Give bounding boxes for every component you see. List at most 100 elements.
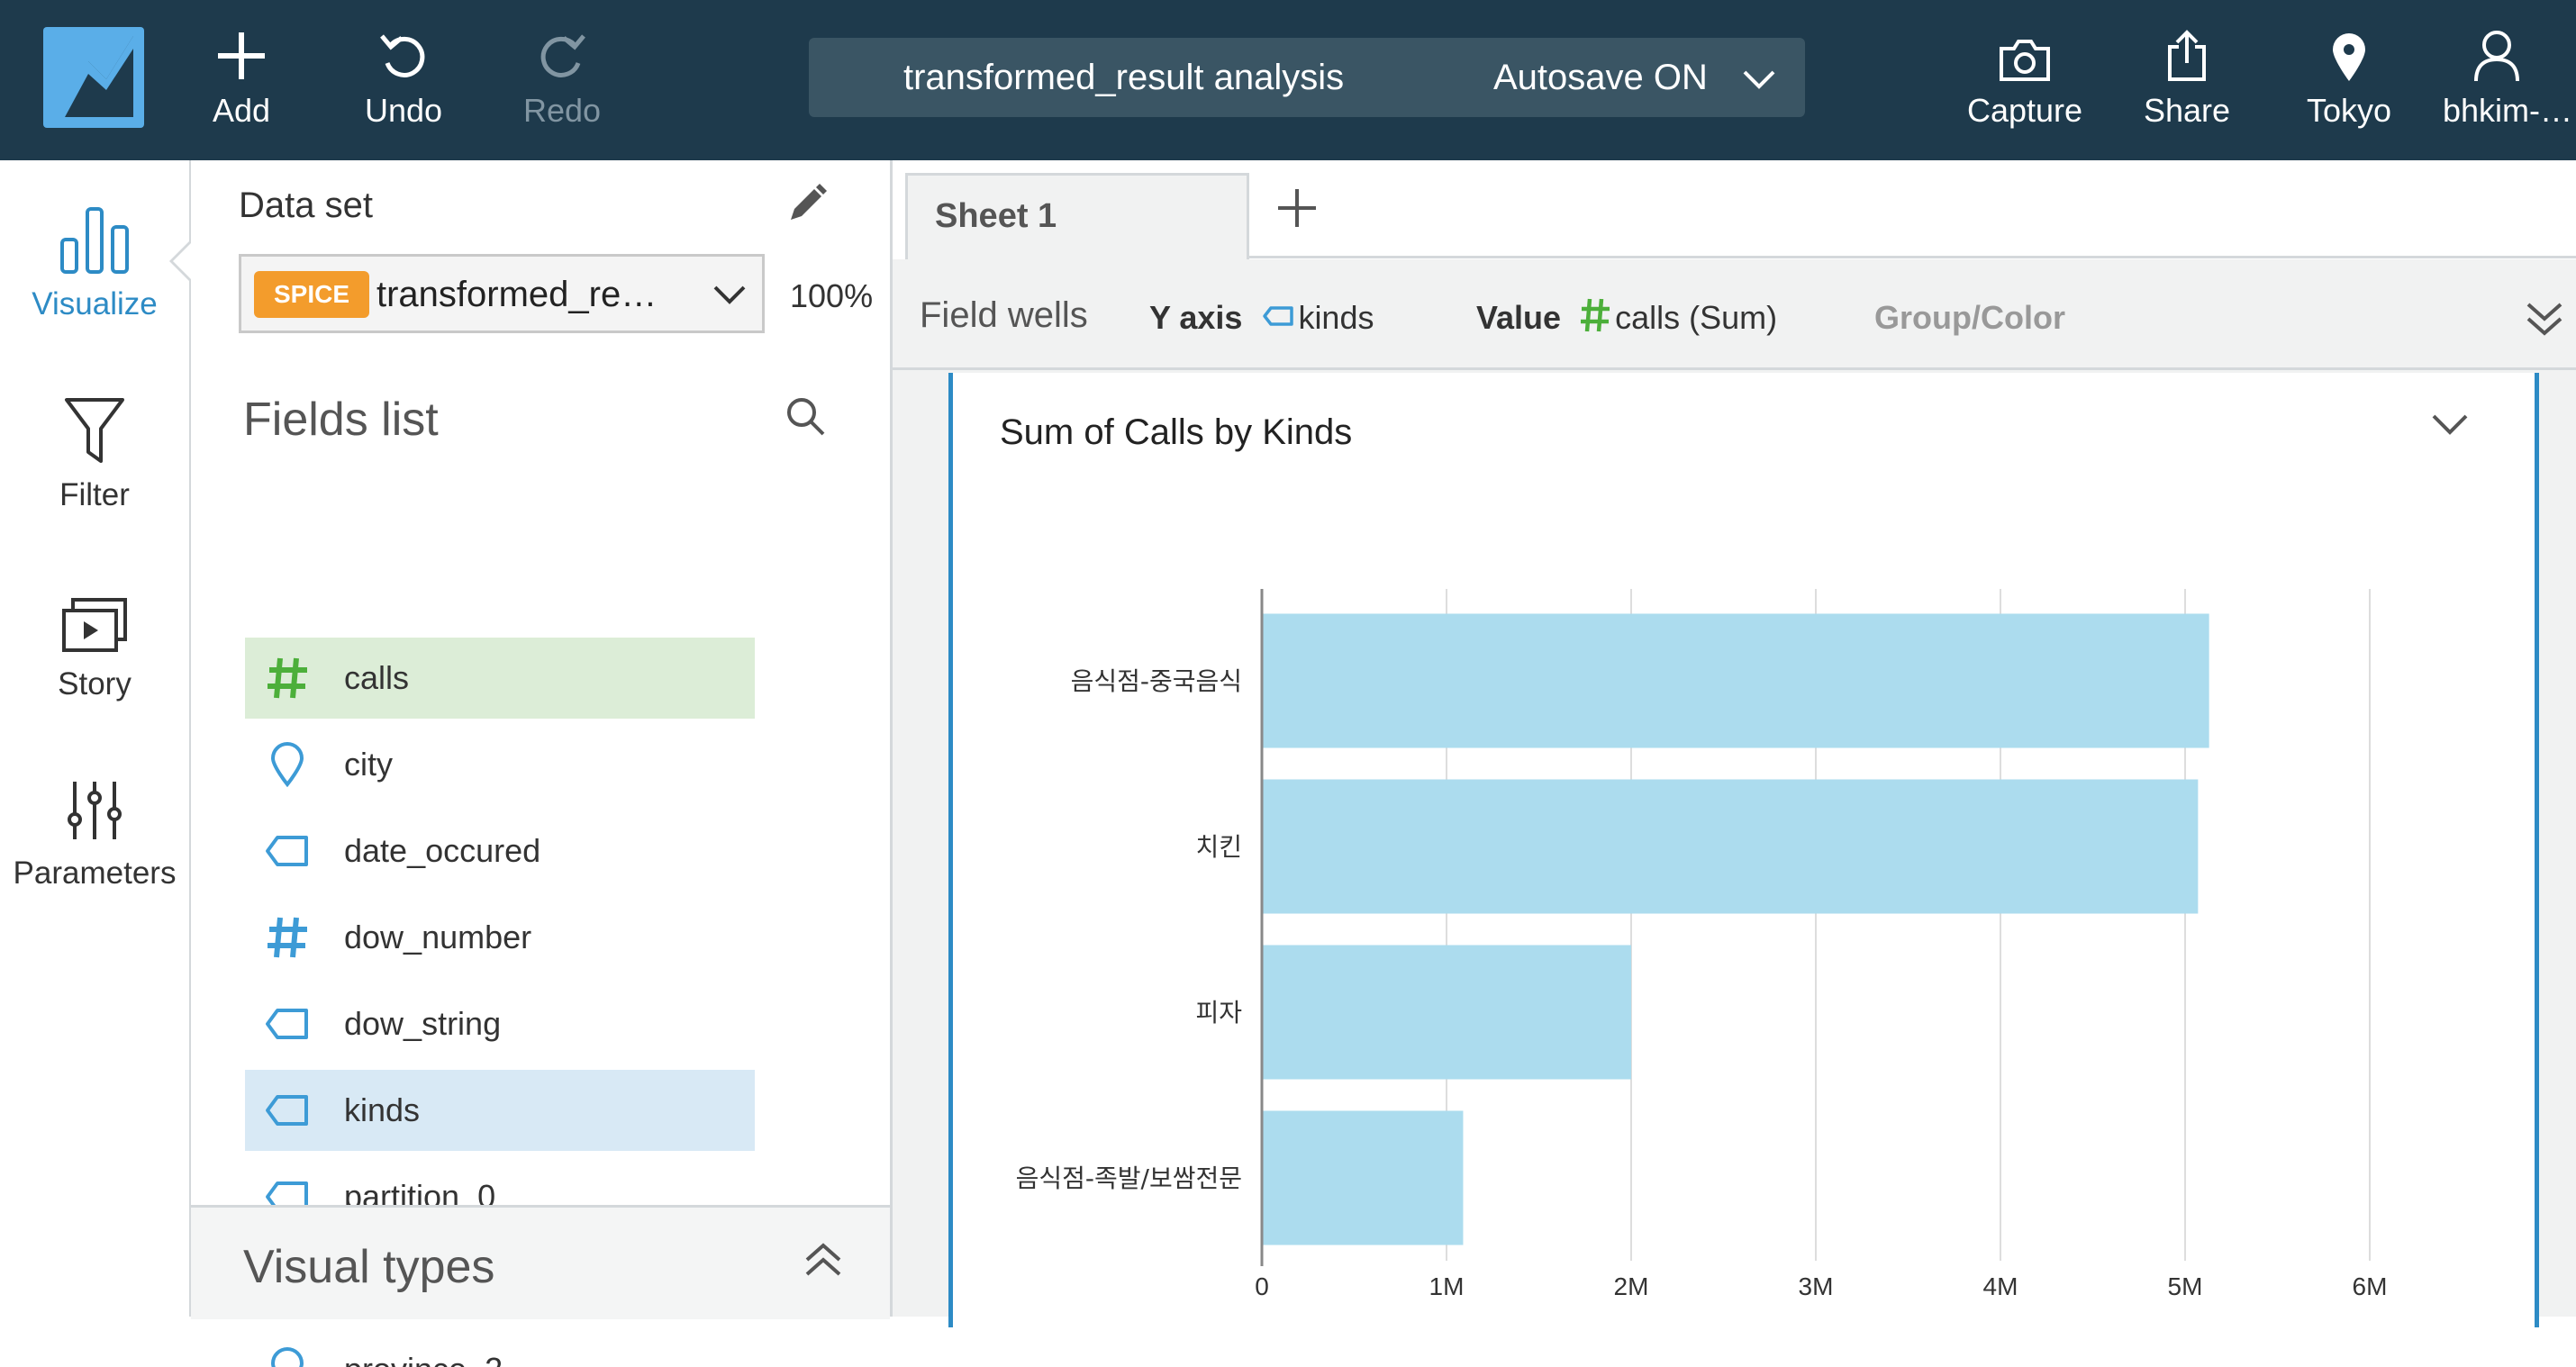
user-label: bhkim-… (2443, 92, 2573, 129)
tag-icon (1263, 306, 1294, 327)
hash-icon (1581, 299, 1610, 332)
top-bar: Add Undo Redo transformed_result analysi… (0, 0, 2576, 160)
hash-icon (268, 917, 307, 958)
region-label: Tokyo (2306, 92, 2392, 129)
rail-label-visualize: Visualize (32, 286, 158, 321)
rail-item-visualize[interactable]: Visualize (0, 193, 189, 322)
autosave-dropdown[interactable]: Autosave ON (1493, 56, 1775, 99)
tab-sheet-1[interactable]: Sheet 1 (905, 173, 1249, 259)
rail-item-parameters[interactable]: Parameters (0, 762, 189, 892)
visual-types-title: Visual types (243, 1241, 495, 1293)
rail-item-story[interactable]: Story (0, 573, 189, 702)
add-sheet-button[interactable] (1276, 187, 1318, 229)
analysis-title-bar: transformed_result analysis Autosave ON (809, 38, 1805, 117)
tag-icon (266, 1009, 308, 1039)
x-tick-label: 5M (2168, 1272, 2203, 1300)
analysis-canvas: Sheet 1 Field wells Y axis kinds Value cal… (893, 160, 2576, 1327)
autosave-label: Autosave ON (1493, 58, 1708, 97)
edit-dataset-button[interactable] (785, 182, 829, 225)
rail-label-filter: Filter (59, 477, 130, 512)
spice-badge: SPICE (254, 271, 369, 318)
well-group-color[interactable]: Group/Color (1874, 299, 2065, 337)
story-icon (62, 598, 127, 652)
field-city[interactable]: city (245, 724, 755, 805)
x-tick-label: 0 (1255, 1272, 1269, 1300)
share-icon (2168, 30, 2206, 81)
share-label: Share (2143, 92, 2231, 129)
visual-card[interactable]: Sum of Calls by Kinds 0 1M 2M 3M 4M 5M 6M 음식점-중… (948, 373, 2539, 1327)
chevron-down-icon (1743, 70, 1775, 89)
fields-search-button[interactable] (785, 396, 827, 438)
capture-label: Capture (1966, 92, 2083, 129)
camera-icon (2000, 40, 2050, 81)
well-y-axis-label: Y axis (1149, 299, 1243, 336)
x-tick-label: 4M (1983, 1272, 2018, 1300)
field-province-2[interactable]: province_2 (245, 1329, 755, 1367)
dataset-label: Data set (239, 186, 373, 225)
rail-label-story: Story (58, 666, 132, 702)
bar (1262, 1110, 1464, 1245)
well-value[interactable]: Value calls (Sum) (1476, 299, 1777, 337)
user-menu-button[interactable]: bhkim-… (2437, 25, 2576, 142)
capture-button[interactable]: Capture (1953, 25, 2097, 142)
field-dow-number[interactable]: dow_number (245, 897, 755, 978)
redo-label: Redo (522, 92, 602, 129)
pencil-icon (791, 184, 827, 220)
field-name: dow_string (344, 1005, 502, 1042)
rail-label-parameters: Parameters (13, 856, 177, 891)
double-chevron-down-icon[interactable] (2525, 301, 2564, 337)
user-icon (2474, 31, 2519, 82)
bar (1262, 613, 2209, 748)
bar (1262, 945, 1631, 1080)
undo-button[interactable]: Undo (331, 25, 476, 142)
sliders-icon (68, 782, 122, 839)
field-date-occured[interactable]: date_occured (245, 810, 755, 892)
double-chevron-up-icon[interactable] (803, 1242, 843, 1278)
chevron-down-icon (713, 285, 746, 304)
undo-label: Undo (364, 92, 443, 129)
hash-icon (268, 657, 307, 699)
analysis-title[interactable]: transformed_result analysis (903, 56, 1344, 99)
field-calls[interactable]: calls (245, 638, 755, 719)
x-tick-label: 2M (1614, 1272, 1649, 1300)
tabs-divider (1249, 256, 2576, 258)
share-button[interactable]: Share (2115, 25, 2259, 142)
dataset-name: transformed_re… (376, 275, 658, 314)
left-rail: Visualize Filter Story Parameters (0, 160, 193, 1317)
well-y-axis[interactable]: Y axis kinds (1149, 299, 1374, 337)
field-name: city (344, 746, 393, 783)
well-group-label: Group/Color (1874, 299, 2065, 336)
field-kinds[interactable]: kinds (245, 1070, 755, 1151)
rail-item-filter[interactable]: Filter (0, 384, 189, 513)
x-tick-label: 1M (1429, 1272, 1465, 1300)
category-label: 피자 (1195, 998, 1242, 1028)
tab-label: Sheet 1 (935, 197, 1057, 235)
field-name: calls (344, 659, 410, 696)
visual-types-bar[interactable]: Visual types (191, 1205, 890, 1319)
location-pin-icon (2333, 33, 2365, 81)
field-wells: Field wells Y axis kinds Value calls (Sum)… (893, 259, 2576, 370)
x-tick-label: 3M (1799, 1272, 1834, 1300)
field-name: province_2 (344, 1349, 503, 1367)
region-button[interactable]: Tokyo (2277, 25, 2421, 142)
field-name: dow_number (344, 919, 532, 955)
field-name: date_occured (344, 832, 541, 869)
well-y-axis-field: kinds (1298, 299, 1374, 336)
field-dow-string[interactable]: dow_string (245, 983, 755, 1064)
well-value-label: Value (1476, 299, 1562, 336)
category-label: 음식점-중국음식 (1071, 666, 1242, 696)
search-icon (787, 398, 825, 436)
redo-button[interactable]: Redo (490, 25, 634, 142)
add-button[interactable]: Add (169, 25, 313, 142)
x-tick-label: 6M (2353, 1272, 2388, 1300)
geo-pin-icon (270, 1347, 304, 1367)
field-wells-label: Field wells (920, 295, 1088, 335)
tag-icon (266, 836, 308, 866)
redo-icon (540, 34, 585, 77)
funnel-icon (65, 398, 124, 463)
quicksight-logo-icon[interactable] (43, 27, 144, 128)
category-label: 치킨 (1195, 832, 1242, 862)
bar (1262, 779, 2199, 914)
well-value-field: calls (Sum) (1615, 299, 1778, 336)
dataset-select[interactable]: SPICE transformed_re… (239, 254, 765, 333)
